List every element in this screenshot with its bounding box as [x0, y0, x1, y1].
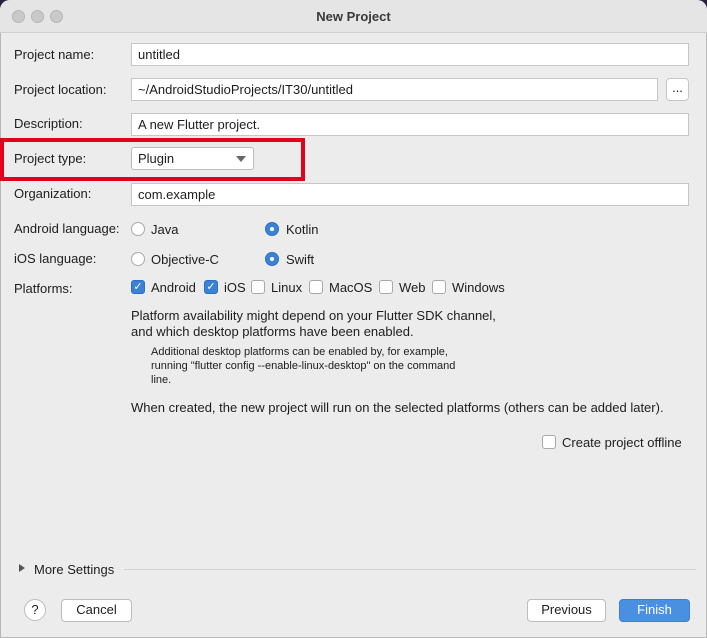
- previous-button[interactable]: Previous: [527, 599, 606, 622]
- project-location-label: Project location:: [14, 82, 107, 97]
- titlebar: New Project: [0, 0, 707, 33]
- new-project-dialog: New Project Project name: untitled Proje…: [0, 0, 707, 638]
- description-label: Description:: [14, 116, 83, 131]
- finish-button[interactable]: Finish: [619, 599, 690, 622]
- description-input[interactable]: A new Flutter project.: [131, 113, 689, 136]
- checkbox-macos[interactable]: [309, 280, 323, 294]
- help-button[interactable]: ?: [24, 599, 46, 621]
- window-title: New Project: [316, 9, 391, 24]
- cancel-button[interactable]: Cancel: [61, 599, 132, 622]
- browse-location-button[interactable]: ...: [666, 78, 689, 101]
- desktop-note-line-3: line.: [151, 374, 172, 386]
- created-note: When created, the new project will run o…: [131, 400, 664, 415]
- checkbox-windows-label: Windows: [452, 280, 505, 295]
- radio-java[interactable]: [131, 222, 145, 236]
- radio-kotlin-label: Kotlin: [286, 222, 319, 237]
- checkbox-windows[interactable]: [432, 280, 446, 294]
- radio-kotlin[interactable]: [265, 222, 279, 236]
- project-name-label: Project name:: [14, 47, 95, 62]
- android-language-label: Android language:: [14, 221, 120, 236]
- availability-line-1: Platform availability might depend on yo…: [131, 308, 496, 323]
- radio-java-label: Java: [151, 222, 179, 237]
- checkbox-web[interactable]: [379, 280, 393, 294]
- ios-language-label: iOS language:: [14, 251, 97, 266]
- radio-objective-c[interactable]: [131, 252, 145, 266]
- checkbox-macos-label: MacOS: [329, 280, 373, 295]
- project-name-input[interactable]: untitled: [131, 43, 689, 66]
- checkbox-android[interactable]: ✓: [131, 280, 145, 294]
- more-settings-toggle[interactable]: More Settings: [34, 562, 114, 577]
- highlight-box: [0, 138, 305, 181]
- organization-label: Organization:: [14, 186, 92, 201]
- project-location-input[interactable]: ~/AndroidStudioProjects/IT30/untitled: [131, 78, 658, 101]
- availability-line-2: and which desktop platforms have been en…: [131, 324, 414, 339]
- desktop-note-line-2: running "flutter config --enable-linux-d…: [151, 360, 456, 372]
- checkbox-ios-label: iOS: [224, 280, 246, 295]
- organization-input[interactable]: com.example: [131, 183, 689, 206]
- checkbox-linux[interactable]: [251, 280, 265, 294]
- checkbox-create-offline[interactable]: [542, 435, 556, 449]
- more-settings-divider: [124, 569, 696, 570]
- checkbox-linux-label: Linux: [271, 280, 303, 295]
- chevron-right-icon[interactable]: [19, 564, 25, 572]
- radio-swift-label: Swift: [286, 252, 315, 267]
- radio-objective-c-label: Objective-C: [151, 252, 219, 267]
- checkbox-android-label: Android: [151, 280, 196, 295]
- checkbox-create-offline-label: Create project offline: [562, 435, 682, 450]
- checkbox-web-label: Web: [399, 280, 426, 295]
- radio-swift[interactable]: [265, 252, 279, 266]
- platforms-label: Platforms:: [14, 281, 73, 296]
- desktop-note-line-1: Additional desktop platforms can be enab…: [151, 346, 448, 358]
- checkbox-ios[interactable]: ✓: [204, 280, 218, 294]
